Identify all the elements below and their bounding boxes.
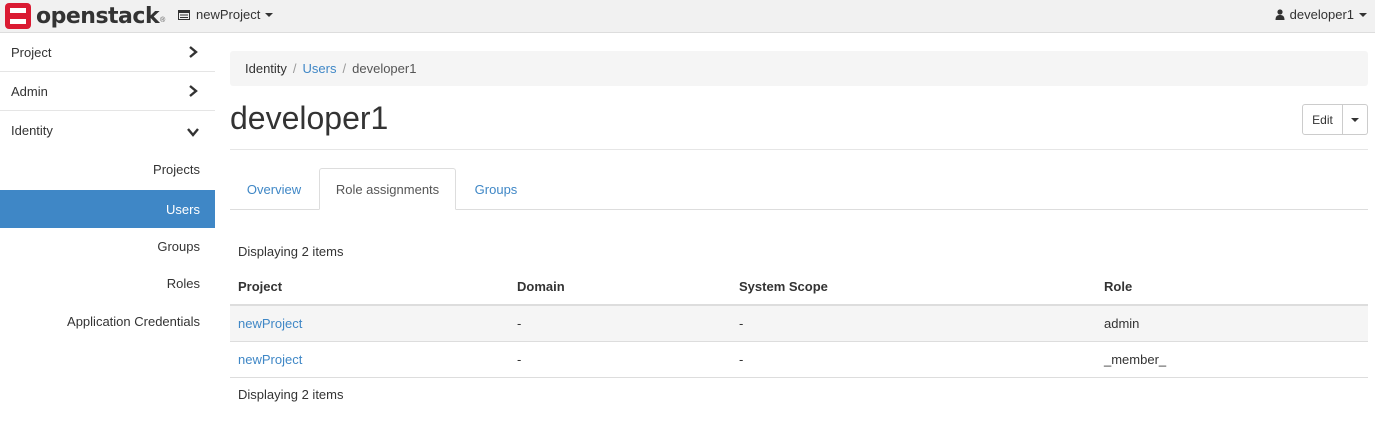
sidebar-item-groups[interactable]: Groups [0,227,215,265]
top-navbar: openstack ® newProject developer1 [0,0,1375,33]
sidebar-group-project[interactable]: Project [0,33,215,72]
user-icon [1275,9,1285,20]
sidebar-group-label: Admin [11,83,48,99]
brand-logo-link[interactable]: openstack ® [4,1,165,31]
project-switcher-label: newProject [196,7,261,22]
breadcrumb-separator: / [342,61,347,76]
chevron-down-icon [1351,117,1359,122]
tab-label: Overview [246,181,302,197]
chevron-right-icon [189,85,198,97]
sidebar-item-label: Roles [166,275,200,291]
edit-button[interactable]: Edit [1302,104,1343,135]
sidebar-item-application-credentials[interactable]: Application Credentials [0,302,215,340]
domain-cell: - [517,352,522,367]
project-link[interactable]: newProject [238,342,302,377]
system-scope-cell: - [739,316,744,331]
page-title: developer1 [230,100,389,136]
items-count-bottom: Displaying 2 items [238,387,344,402]
breadcrumb: Identity / Users / developer1 [230,51,1368,86]
role-assignments-table: Project Domain System Scope Role newProj… [230,268,1368,378]
column-header-project: Project [238,278,283,294]
openstack-logo-icon [5,3,31,29]
sidebar-item-label: Application Credentials [67,313,200,329]
sidebar-group-identity[interactable]: Identity [0,111,215,150]
tab-overview[interactable]: Overview [230,168,318,210]
brand-registered-mark: ® [160,16,166,24]
sidebar-group-admin[interactable]: Admin [0,72,215,111]
project-link[interactable]: newProject [238,306,302,341]
sidebar-item-label: Groups [157,238,200,254]
tab-label: Groups [474,181,518,197]
project-list-icon [178,9,190,20]
breadcrumb-current: developer1 [352,61,417,76]
table-row: newProject - - _member_ [230,342,1368,378]
role-cell: admin [1104,316,1140,331]
table-row: newProject - - admin [230,306,1368,342]
edit-dropdown-toggle[interactable] [1343,104,1368,135]
column-header-role: Role [1104,278,1133,294]
user-menu-label: developer1 [1289,7,1354,22]
tab-label: Role assignments [335,181,440,197]
edit-button-group: Edit [1302,104,1368,135]
breadcrumb-separator: / [292,61,297,76]
sidebar-item-label: Projects [153,161,200,177]
sidebar-group-label: Project [11,44,52,60]
system-scope-cell: - [739,352,744,367]
chevron-down-icon [187,128,199,137]
tab-groups[interactable]: Groups [456,168,536,210]
chevron-right-icon [189,46,198,58]
sidebar-item-roles[interactable]: Roles [0,264,215,302]
title-divider [230,149,1368,150]
table-header-row: Project Domain System Scope Role [230,268,1368,306]
sidebar-item-projects[interactable]: Projects [0,150,215,188]
brand-name: openstack [36,3,160,29]
column-header-domain: Domain [517,278,565,294]
user-menu[interactable]: developer1 [1275,7,1367,22]
domain-cell: - [517,316,522,331]
detail-tabs: Overview Role assignments Groups [230,168,1368,210]
sidebar: Project Admin Identity Projects Users Gr… [0,33,215,429]
column-header-system-scope: System Scope [739,278,828,294]
breadcrumb-root: Identity [245,61,287,76]
breadcrumb-link-users[interactable]: Users [303,61,337,76]
items-count-top: Displaying 2 items [238,244,344,259]
sidebar-item-label: Users [166,201,200,217]
sidebar-item-users[interactable]: Users [0,190,215,228]
tab-role-assignments[interactable]: Role assignments [319,168,456,210]
project-switcher[interactable]: newProject [178,7,274,22]
chevron-down-icon [265,12,274,17]
role-cell: _member_ [1104,352,1167,367]
sidebar-group-label: Identity [11,123,53,138]
chevron-down-icon [1359,12,1367,17]
